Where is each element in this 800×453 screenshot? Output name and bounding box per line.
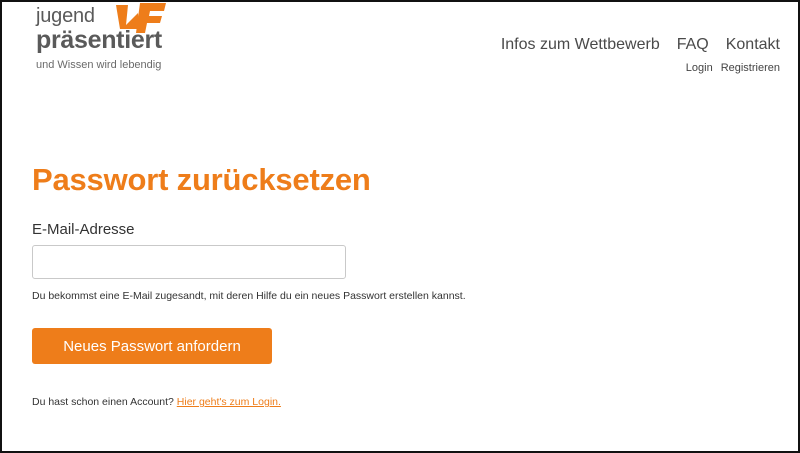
browser-frame: jugend präsentiert und Wissen wird leben… xyxy=(0,0,800,453)
site-logo[interactable]: jugend präsentiert und Wissen wird leben… xyxy=(36,3,176,75)
nav-item-faq[interactable]: FAQ xyxy=(677,36,709,54)
logo-tagline: und Wissen wird lebendig xyxy=(36,59,162,71)
email-field[interactable] xyxy=(32,245,346,279)
login-link[interactable]: Login xyxy=(686,62,713,74)
nav-item-infos[interactable]: Infos zum Wettbewerb xyxy=(501,36,660,54)
register-link[interactable]: Registrieren xyxy=(721,62,780,74)
main-nav: Infos zum Wettbewerb FAQ Kontakt xyxy=(501,36,780,54)
email-label: E-Mail-Adresse xyxy=(32,221,135,238)
account-prompt: Du hast schon einen Account? Hier geht's… xyxy=(32,396,281,408)
sub-nav: Login Registrieren xyxy=(686,62,780,74)
page-title: Passwort zurücksetzen xyxy=(32,162,371,197)
logo-line-1: jugend xyxy=(36,5,95,27)
logo-line-2: präsentiert xyxy=(36,26,162,54)
account-prompt-text: Du hast schon einen Account? xyxy=(32,396,174,408)
login-page-link[interactable]: Hier geht's zum Login. xyxy=(177,396,281,408)
help-text: Du bekommst eine E-Mail zugesandt, mit d… xyxy=(32,290,466,302)
request-password-button[interactable]: Neues Passwort anfordern xyxy=(32,328,272,364)
nav-item-kontakt[interactable]: Kontakt xyxy=(726,36,780,54)
